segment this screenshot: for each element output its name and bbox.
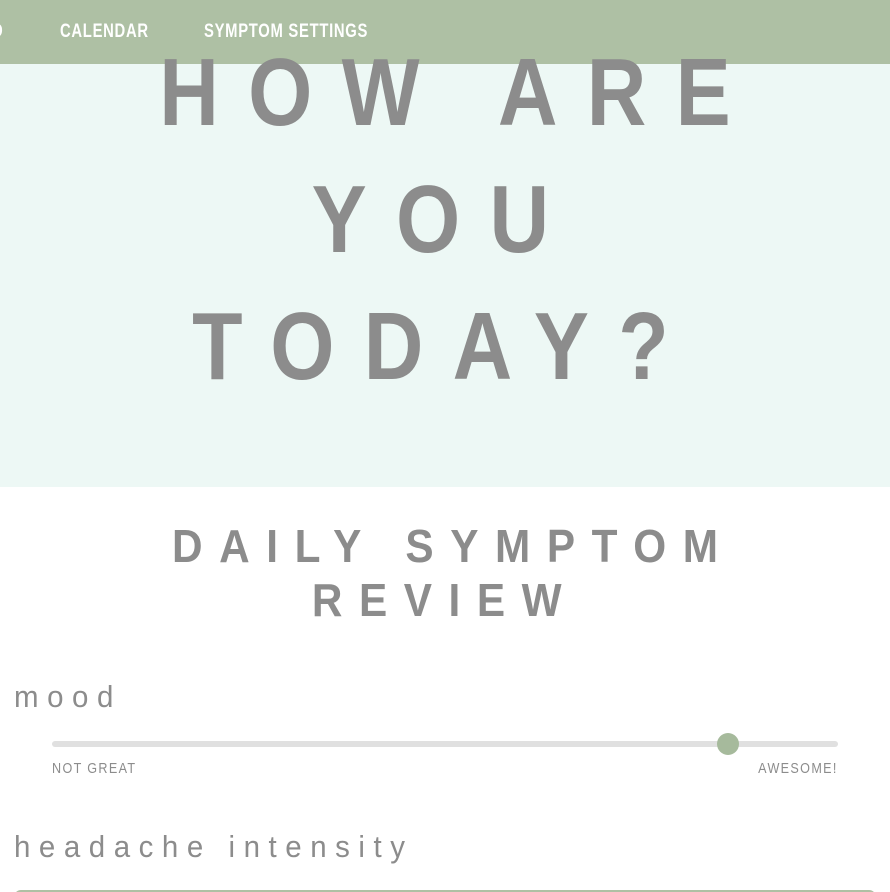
- mood-slider-track[interactable]: [52, 733, 838, 755]
- field-label-mood: mood: [14, 679, 122, 714]
- hero-section: HOW ARE YOU TODAY?: [0, 39, 890, 487]
- section-title-daily-symptom-review: DAILY SYMPTOM REVIEW: [172, 520, 735, 626]
- field-label-headache-intensity: headache intensity: [14, 829, 414, 864]
- mood-slider-end-labels: NOT GREAT AWESOME!: [52, 760, 838, 777]
- mood-slider-max-label: AWESOME!: [758, 760, 838, 777]
- field-mood: mood: [0, 679, 890, 715]
- mood-slider-thumb[interactable]: [716, 733, 739, 755]
- daily-symptom-review-section: DAILY SYMPTOM REVIEW mood NOT GREAT AWES…: [0, 487, 890, 892]
- hero-title: HOW ARE YOU TODAY?: [159, 39, 760, 400]
- nav-item-brand[interactable]: D: [0, 21, 6, 43]
- app-root: D CALENDAR SYMPTOM SETTINGS HOW ARE YOU …: [0, 0, 890, 892]
- mood-slider-min-label: NOT GREAT: [52, 760, 137, 777]
- mood-slider[interactable]: NOT GREAT AWESOME!: [0, 733, 890, 777]
- field-headache-intensity: headache intensity: [0, 829, 890, 865]
